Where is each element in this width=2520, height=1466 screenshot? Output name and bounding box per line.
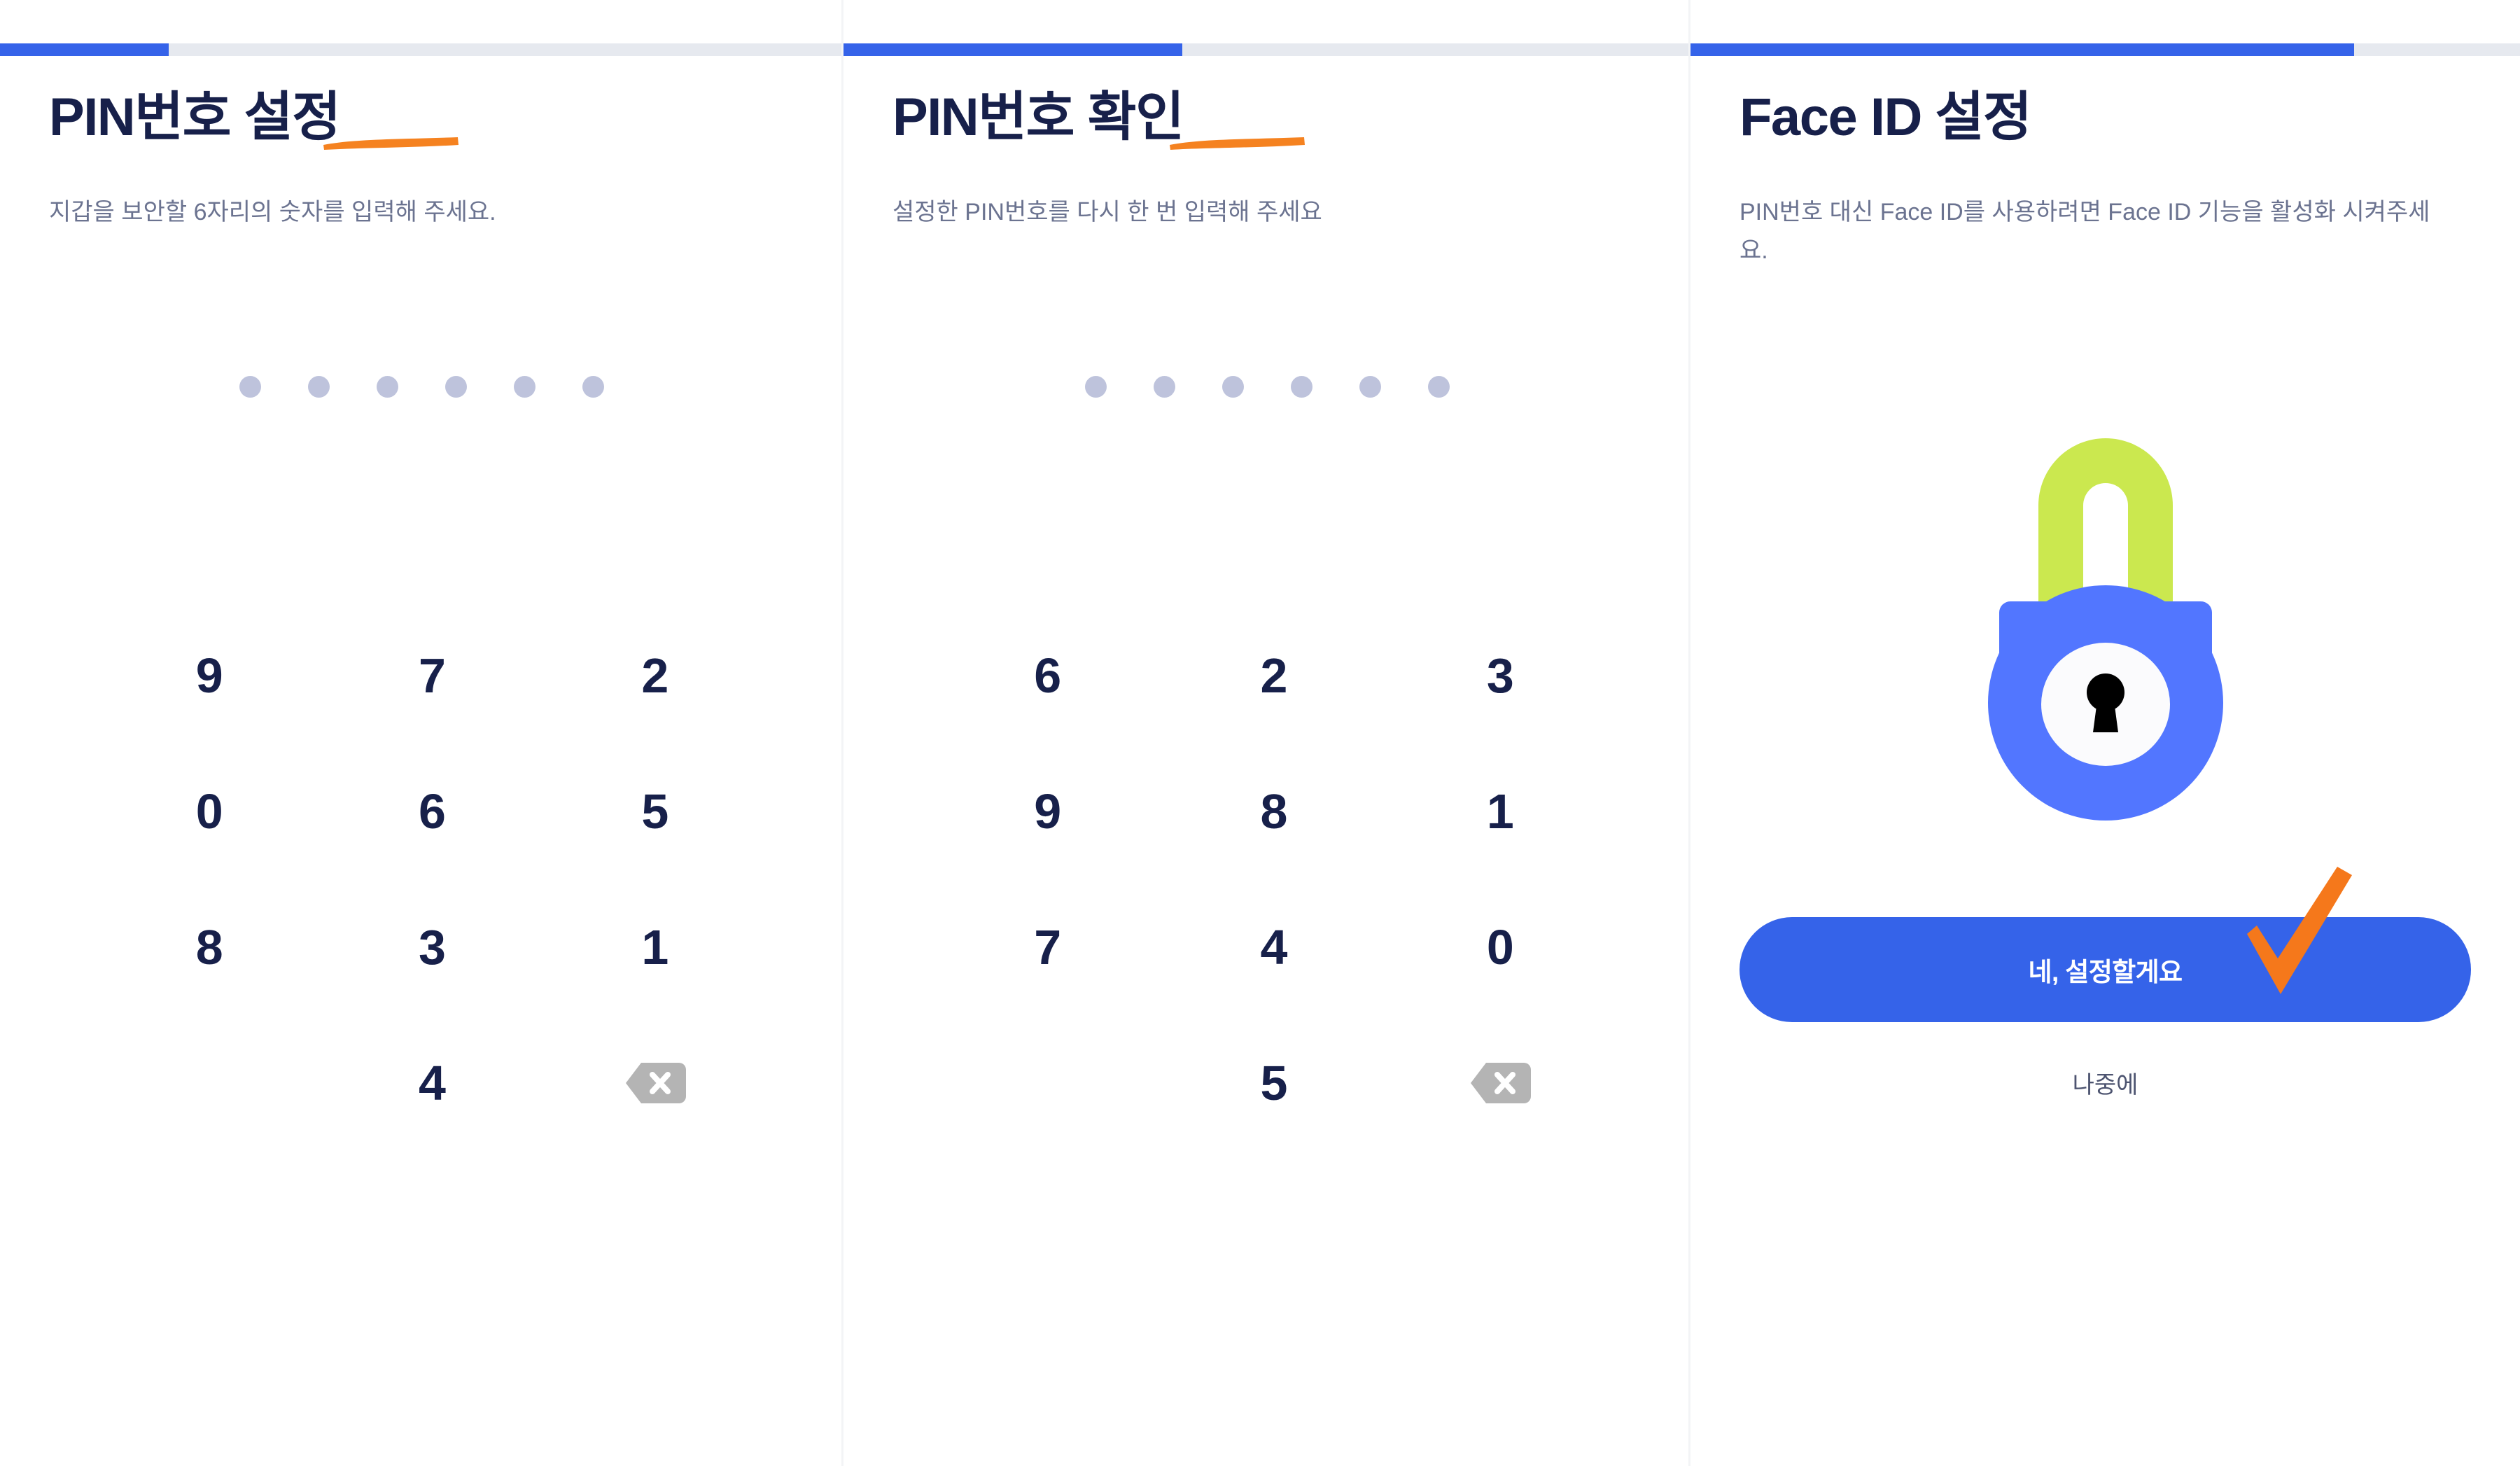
keypad-key-blank	[934, 1015, 1161, 1151]
keypad-key-8[interactable]: 8	[98, 879, 321, 1015]
later-link[interactable]: 나중에	[1740, 1066, 2471, 1100]
keypad-backspace-button[interactable]	[544, 1015, 766, 1151]
keypad-key-label: 2	[641, 648, 669, 704]
lock-illustration	[1690, 388, 2520, 842]
keypad-key-label: 7	[419, 648, 446, 704]
keypad-key-label: 3	[419, 920, 446, 975]
pin-dot	[1222, 376, 1244, 398]
keypad-key-9[interactable]: 9	[934, 744, 1161, 879]
page-subtitle: 지갑을 보안할 6자리의 숫자를 입력해 주세요.	[49, 199, 496, 226]
pin-dot	[377, 376, 398, 398]
keypad-key-label: 8	[1260, 784, 1288, 839]
pin-dot	[308, 376, 330, 398]
marker-underline-icon	[321, 133, 461, 151]
keypad-key-7[interactable]: 7	[321, 608, 543, 744]
keypad-key-label: 1	[1486, 784, 1514, 839]
pin-dot	[1084, 376, 1107, 398]
backspace-icon	[624, 1061, 686, 1105]
progress-bar-fill	[844, 43, 1182, 56]
pin-dot	[239, 376, 261, 398]
keypad-key-3[interactable]: 3	[1387, 608, 1614, 744]
keypad-key-2[interactable]: 2	[1161, 608, 1387, 744]
keypad-key-label: 6	[419, 784, 446, 839]
keypad-key-1[interactable]: 1	[544, 879, 766, 1015]
pin-dot	[445, 376, 467, 398]
keypad-key-4[interactable]: 4	[321, 1015, 543, 1151]
keypad-backspace-button[interactable]	[1387, 1015, 1614, 1151]
keypad-key-label: 4	[419, 1056, 446, 1111]
pin-dots-display	[0, 376, 844, 398]
title-wrap: Face ID 설정	[1740, 88, 2032, 147]
onboarding-screens: PIN번호 설정 지갑을 보안할 6자리의 숫자를 입력해 주세요. 97206…	[0, 0, 2520, 1466]
keypad-key-label: 6	[1034, 648, 1062, 704]
pin-dot	[582, 376, 604, 398]
keypad-key-0[interactable]: 0	[1387, 879, 1614, 1015]
keypad-key-3[interactable]: 3	[321, 879, 543, 1015]
page-title: PIN번호 설정	[49, 88, 341, 147]
keypad-key-2[interactable]: 2	[544, 608, 766, 744]
screen-faceid-setup: Face ID 설정 PIN번호 대신 Face ID를 사용하려면 Face …	[1690, 0, 2520, 1466]
keypad-key-label: 9	[195, 648, 223, 704]
keypad-key-6[interactable]: 6	[934, 608, 1161, 744]
keypad-key-5[interactable]: 5	[544, 744, 766, 879]
screen-pin-confirm: PIN번호 확인 설정한 PIN번호를 다시 한 번 입력해 주세요 6 2 3 9 8…	[844, 0, 1690, 1466]
keypad-key-label: 3	[1486, 648, 1514, 704]
pin-dot	[1359, 376, 1381, 398]
keypad-key-label: 4	[1260, 920, 1288, 975]
keypad-key-label: 0	[195, 784, 223, 839]
page-subtitle: 설정한 PIN번호를 다시 한 번 입력해 주세요	[892, 199, 1322, 226]
heading-block: Face ID 설정 PIN번호 대신 Face ID를 사용하려면 Face …	[1690, 88, 2520, 270]
pin-dot	[1427, 376, 1450, 398]
enable-faceid-button[interactable]: 네, 설정할게요	[1740, 917, 2471, 1023]
keypad-key-label: 5	[641, 784, 669, 839]
keypad-key-9[interactable]: 9	[98, 608, 321, 744]
keypad-key-4[interactable]: 4	[1161, 879, 1387, 1015]
pin-dot	[514, 376, 536, 398]
keypad-key-7[interactable]: 7	[934, 879, 1161, 1015]
page-title: Face ID 설정	[1740, 88, 2032, 147]
keypad-key-label: 5	[1260, 1056, 1288, 1111]
page-title: PIN번호 확인	[892, 88, 1184, 147]
keypad-key-label: 9	[1034, 784, 1062, 839]
numeric-keypad[interactable]: 6 2 3 9 8 1 7 4 0 5	[844, 608, 1690, 1151]
progress-bar-pin-setup	[0, 43, 844, 56]
progress-bar-fill	[1690, 43, 2354, 56]
keypad-key-1[interactable]: 1	[1387, 744, 1614, 879]
cta-area: 네, 설정할게요 나중에	[1690, 867, 2520, 1100]
progress-bar-fill	[0, 43, 169, 56]
keypad-key-label: 1	[641, 920, 669, 975]
keypad-key-0[interactable]: 0	[98, 744, 321, 879]
progress-bar-pin-confirm	[844, 43, 1690, 56]
page-subtitle: PIN번호 대신 Face ID를 사용하려면 Face ID 기능을 활성화 …	[1740, 199, 2430, 265]
title-wrap: PIN번호 설정	[49, 88, 458, 151]
heading-block: PIN번호 확인 설정한 PIN번호를 다시 한 번 입력해 주세요	[844, 88, 1690, 232]
padlock-icon	[1955, 388, 2256, 842]
screen-pin-setup: PIN번호 설정 지갑을 보안할 6자리의 숫자를 입력해 주세요. 9 7 2 0 6…	[0, 0, 844, 1466]
marker-underline-icon	[1167, 133, 1307, 151]
keypad-key-8[interactable]: 8	[1161, 744, 1387, 879]
keypad-key-label: 2	[1260, 648, 1288, 704]
pin-dots-display	[844, 376, 1690, 398]
numeric-keypad[interactable]: 9 7 2 0 6 5 8 3 1 4	[0, 608, 844, 1151]
title-wrap: PIN번호 확인	[892, 88, 1305, 151]
progress-bar-faceid-setup	[1690, 43, 2520, 56]
keypad-key-label: 7	[1034, 920, 1062, 975]
heading-block: PIN번호 설정 지갑을 보안할 6자리의 숫자를 입력해 주세요.	[0, 88, 844, 232]
pin-dot	[1290, 376, 1312, 398]
keypad-key-blank	[98, 1015, 321, 1151]
backspace-icon	[1469, 1061, 1532, 1105]
pin-dot	[1153, 376, 1175, 398]
keypad-key-6[interactable]: 6	[321, 744, 543, 879]
keypad-key-5[interactable]: 5	[1161, 1015, 1387, 1151]
keypad-key-label: 0	[1486, 920, 1514, 975]
enable-faceid-button-label: 네, 설정할게요	[2028, 958, 2183, 987]
keypad-key-label: 8	[195, 920, 223, 975]
